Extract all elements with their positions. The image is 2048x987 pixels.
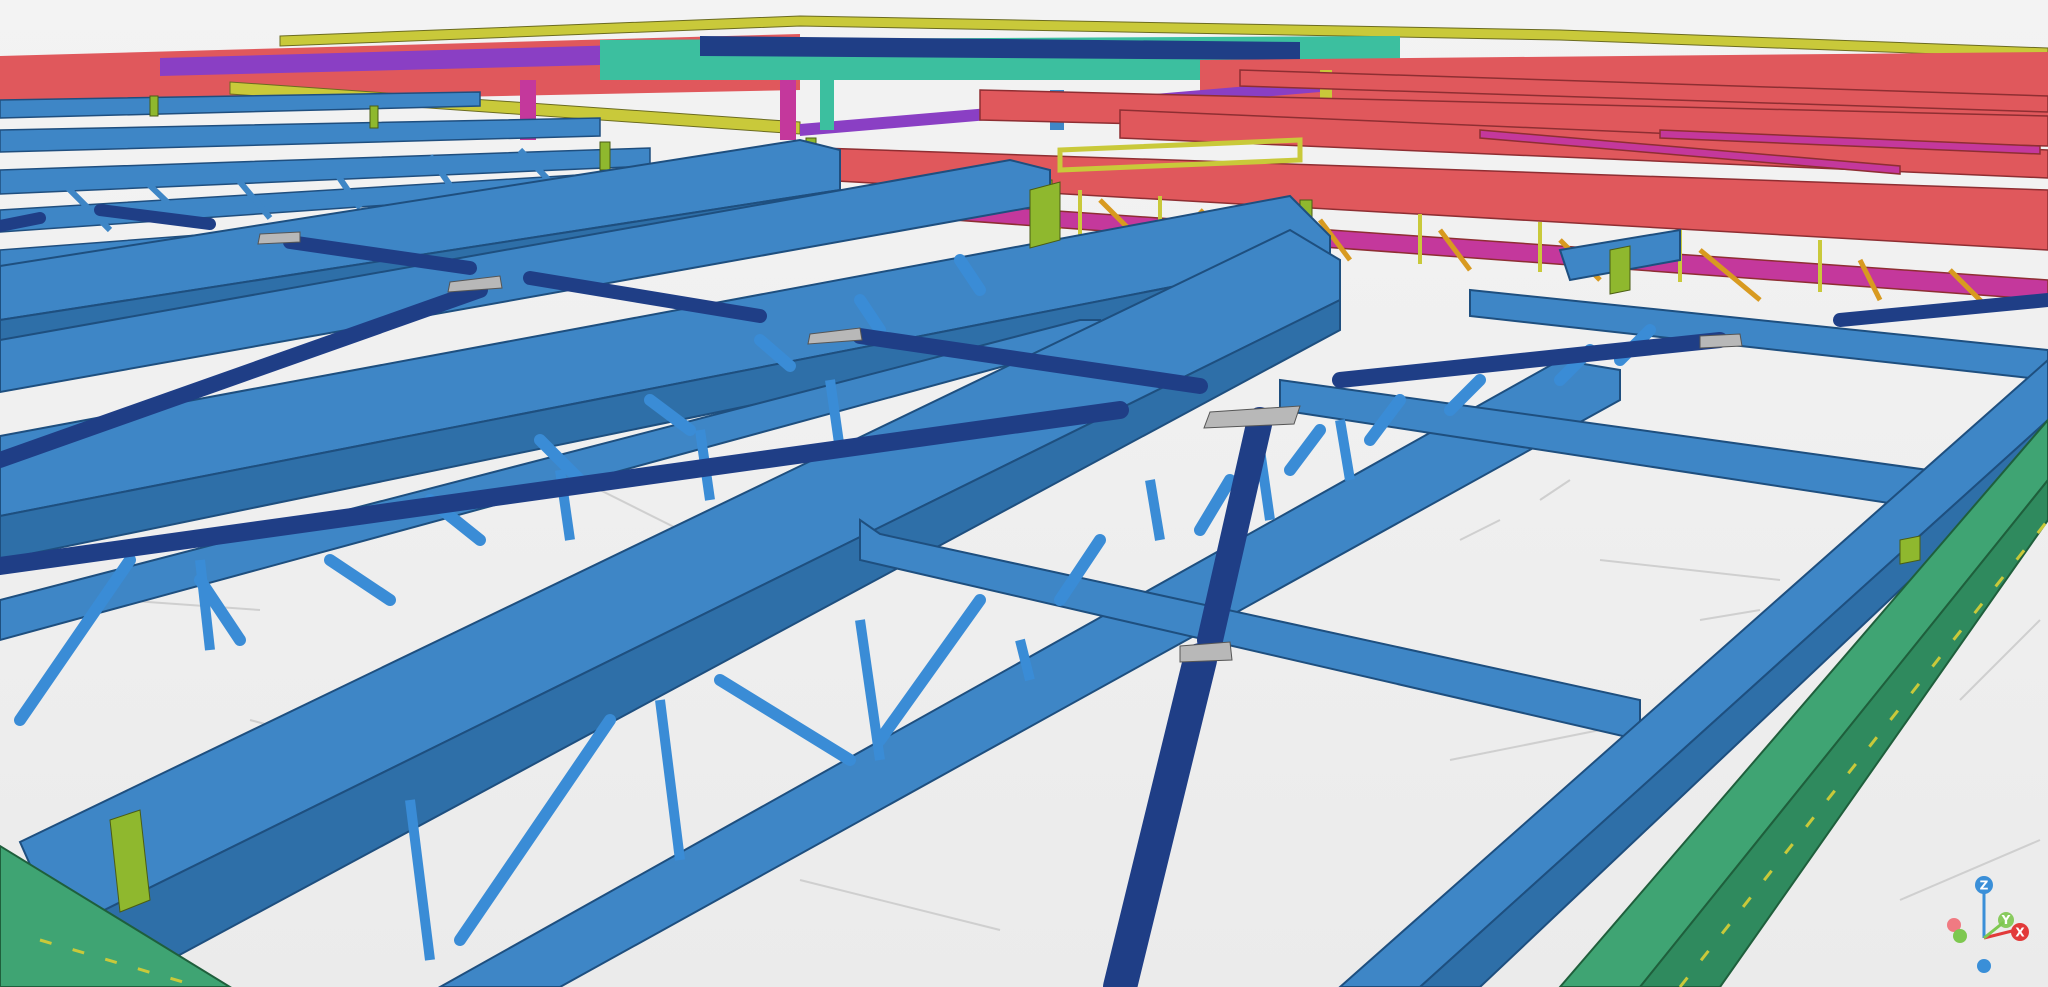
3d-model-viewport[interactable]: Z Y X xyxy=(0,0,2048,987)
vertical-brace-lower xyxy=(1103,643,1217,987)
neg-z-axis-handle[interactable] xyxy=(1977,959,1991,973)
far-teal-post-1 xyxy=(820,70,834,130)
x-axis-handle[interactable]: X xyxy=(2011,923,2029,941)
brace-rod-9 xyxy=(1833,293,2048,327)
brace-rod-8 xyxy=(0,212,46,232)
z-axis-label: Z xyxy=(1980,879,1989,893)
x-axis-label: X xyxy=(2015,926,2025,940)
left-joist-top-2 xyxy=(0,117,601,153)
brace-rod-6 xyxy=(1332,332,1728,388)
brace-rod-4 xyxy=(523,271,767,323)
axis-orientation-gizmo[interactable]: Z Y X xyxy=(1940,870,2040,980)
neg-y-axis-handle[interactable] xyxy=(1953,929,1967,943)
z-axis-handle[interactable]: Z xyxy=(1975,876,1993,894)
far-magenta-post-2 xyxy=(780,80,796,140)
y-axis-label: Y xyxy=(2001,913,2011,927)
steel-structure-model xyxy=(0,15,2048,987)
y-axis-handle[interactable]: Y xyxy=(1998,912,2014,928)
